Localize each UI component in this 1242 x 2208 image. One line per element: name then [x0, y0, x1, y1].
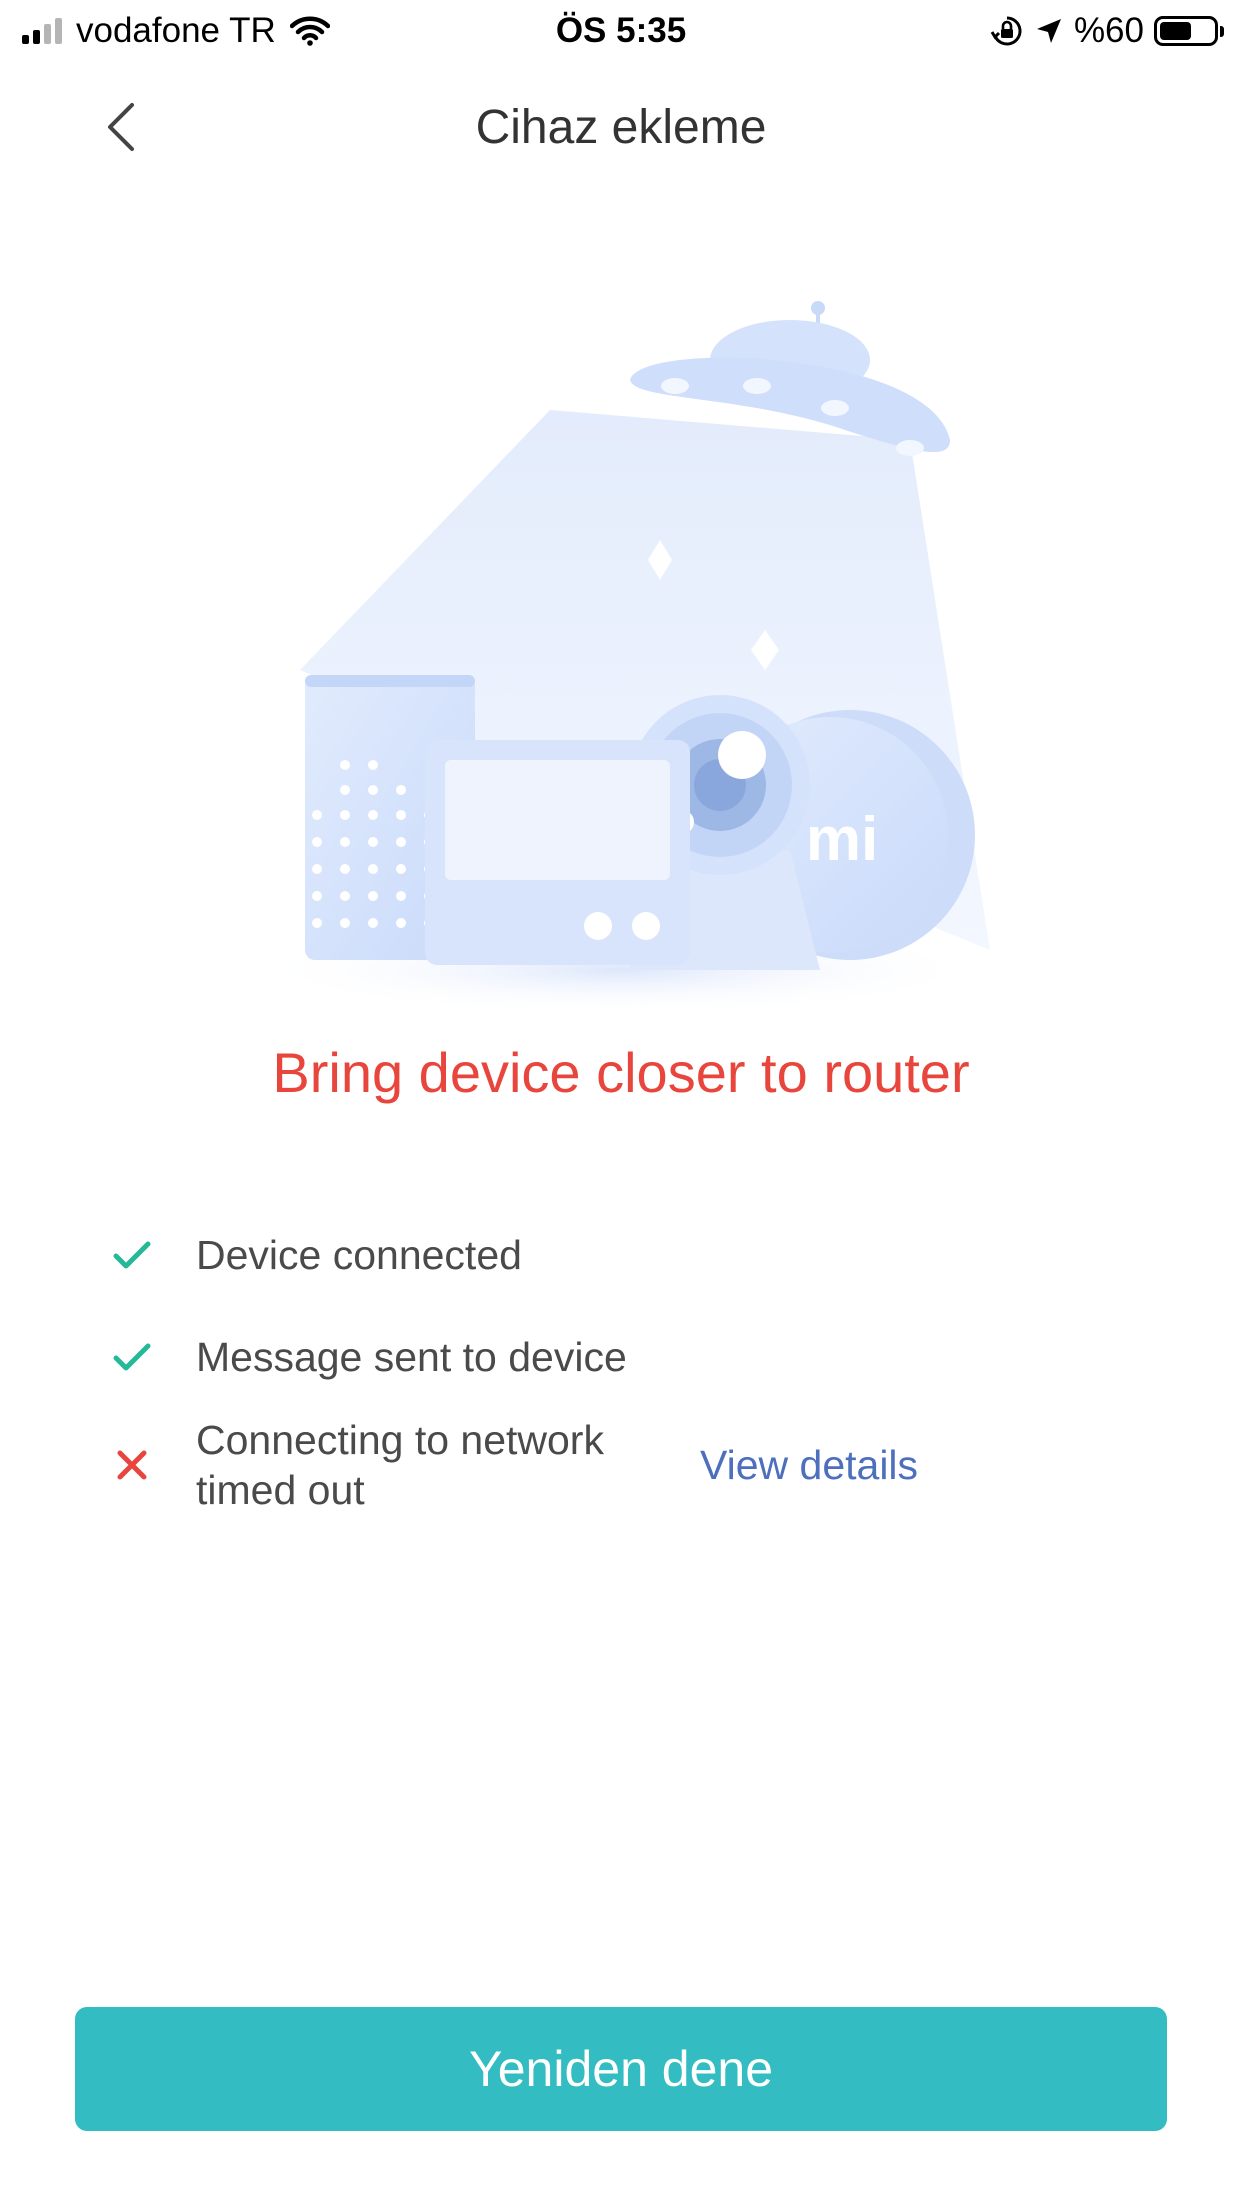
step-label: Message sent to device	[196, 1334, 627, 1380]
mi-logo: mi	[806, 805, 878, 874]
error-title: Bring device closer to router	[272, 1041, 970, 1104]
page-title: Cihaz ekleme	[475, 101, 767, 154]
step-label: Connecting to network timed out	[196, 1417, 604, 1513]
retry-button[interactable]: Yeniden dene	[75, 2007, 1167, 2131]
view-details-link[interactable]: View details	[700, 1442, 918, 1489]
battery-tip	[1220, 25, 1224, 37]
cross-icon	[110, 1443, 154, 1487]
orientation-lock-icon	[990, 16, 1022, 46]
display-device-icon	[425, 740, 690, 965]
step-message-sent: Message sent to device	[110, 1327, 1160, 1387]
battery-percentage: %60	[1073, 11, 1144, 50]
status-bar: vodafone TR ÖS 5:35 %60	[0, 0, 1242, 62]
devices-ufo-illustration: mi	[250, 301, 990, 1015]
nav-bar: Cihaz ekleme	[0, 62, 1242, 192]
check-icon	[110, 1335, 154, 1379]
step-device-connected: Device connected	[110, 1225, 1160, 1285]
step-label: Device connected	[196, 1232, 522, 1278]
step-connecting-network: Connecting to network timed out View det…	[110, 1415, 1160, 1515]
status-right: %60	[990, 8, 1224, 54]
battery-icon	[1154, 16, 1218, 46]
check-icon	[110, 1233, 154, 1277]
location-arrow-icon	[1036, 19, 1061, 43]
